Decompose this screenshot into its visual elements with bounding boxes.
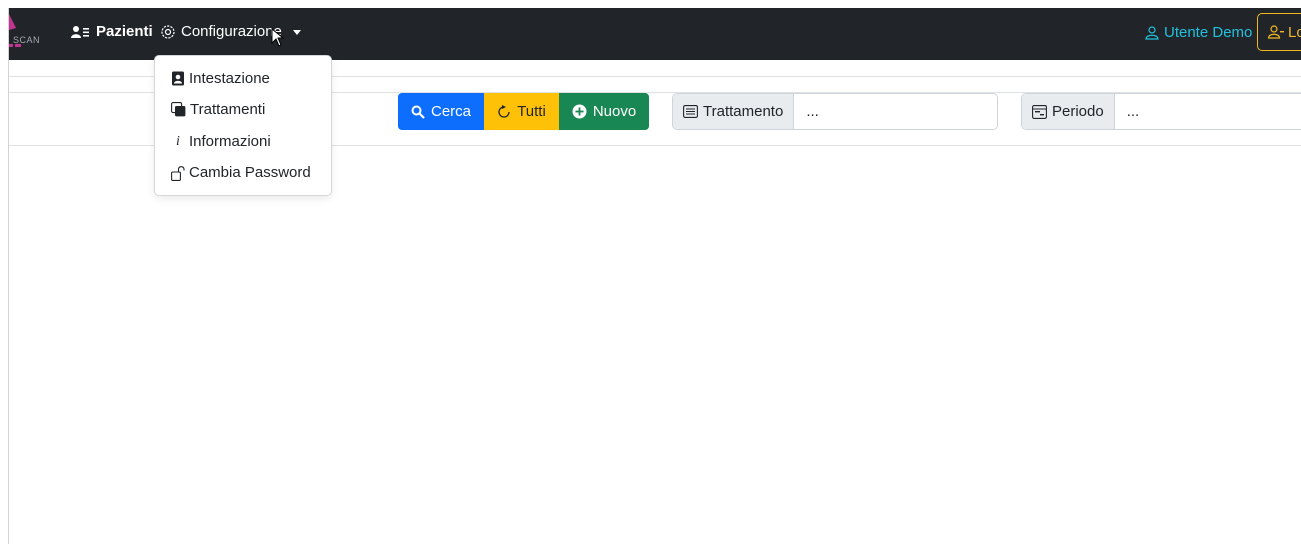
app-logo[interactable]: SCAN (9, 14, 43, 54)
all-button-label: Tutti (517, 103, 546, 120)
logout-button[interactable]: Lo (1257, 13, 1301, 51)
treatment-value: ... (806, 103, 819, 120)
menu-item-intestazione[interactable]: Intestazione (171, 70, 270, 87)
new-button-label: Nuovo (592, 103, 637, 120)
calendar-range-icon (1032, 104, 1047, 119)
treatment-select[interactable]: ... (794, 94, 997, 129)
search-button[interactable]: Cerca (398, 93, 484, 130)
menu-item-trattamenti[interactable]: Trattamenti (171, 101, 265, 118)
menu-item-label: Trattamenti (190, 101, 266, 118)
plus-circle-icon (572, 104, 587, 119)
new-button[interactable]: Nuovo (559, 93, 649, 130)
treatment-filter-label: Trattamento (673, 94, 795, 129)
menu-item-informazioni[interactable]: i Informazioni (171, 133, 271, 150)
treatment-label-text: Trattamento (703, 103, 784, 120)
unlock-icon (171, 165, 185, 181)
logout-person-icon (1268, 25, 1284, 39)
search-icon (411, 105, 425, 119)
period-value: ... (1126, 103, 1140, 120)
menu-item-label: Cambia Password (189, 164, 311, 181)
logout-label: Lo (1288, 23, 1301, 41)
menu-item-label: Informazioni (189, 133, 271, 150)
refresh-icon (497, 104, 511, 119)
period-select[interactable]: ... (1114, 94, 1301, 129)
logo-text: SCAN (13, 35, 41, 45)
person-badge-icon (171, 71, 185, 86)
treatment-filter: Trattamento ... (672, 93, 998, 130)
configurazione-dropdown: Intestazione Trattamenti i Informazioni (154, 55, 332, 196)
list-icon (683, 105, 698, 118)
layers-icon (171, 102, 186, 117)
gear-icon (160, 24, 176, 40)
nav-pazienti[interactable]: Pazienti (71, 23, 153, 40)
app-window: SCAN Pazienti Configurazione Utente Demo… (8, 8, 1301, 544)
user-name: Utente Demo (1164, 24, 1253, 41)
person-icon (1145, 25, 1159, 40)
period-filter-label: Periodo (1022, 94, 1115, 129)
logo-icon (9, 14, 21, 47)
period-label-text: Periodo (1052, 103, 1104, 120)
caret-down-icon (292, 30, 301, 35)
all-button[interactable]: Tutti (484, 93, 559, 130)
info-icon: i (176, 133, 180, 149)
nav-configurazione-label: Configurazione (181, 23, 282, 40)
menu-item-cambia-password[interactable]: Cambia Password (171, 164, 311, 181)
period-filter: Periodo ... (1021, 93, 1301, 130)
nav-pazienti-label: Pazienti (96, 23, 153, 40)
user-menu[interactable]: Utente Demo (1145, 24, 1252, 41)
search-button-label: Cerca (430, 103, 471, 120)
mouse-cursor-icon (271, 28, 285, 47)
navbar: SCAN Pazienti Configurazione Utente Demo… (9, 8, 1301, 60)
users-icon (71, 25, 91, 39)
menu-item-label: Intestazione (189, 70, 270, 87)
